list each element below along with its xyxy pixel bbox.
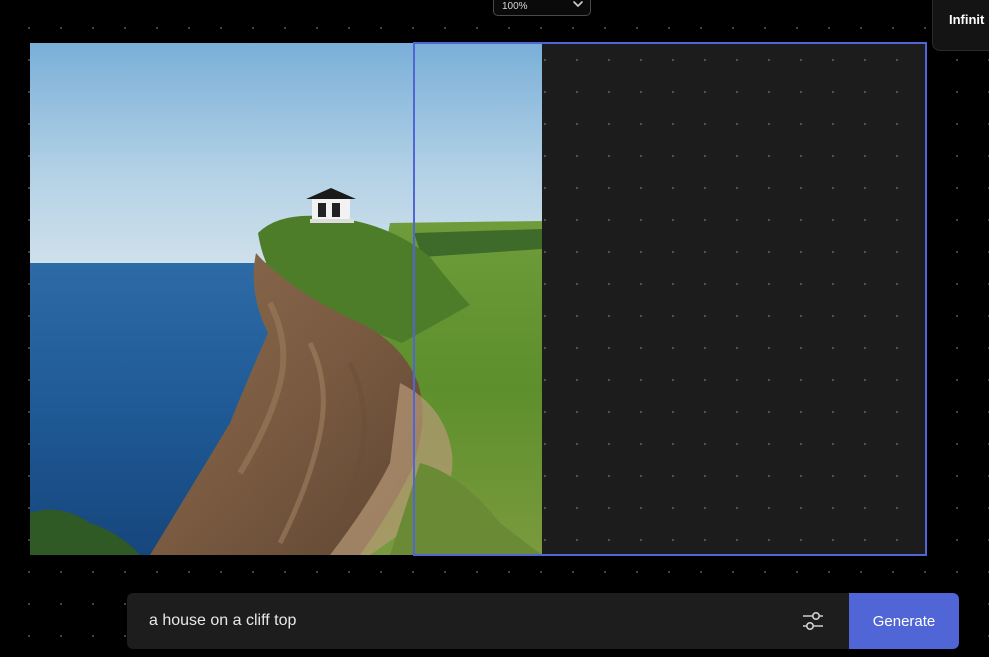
- selection-frame[interactable]: [413, 42, 927, 556]
- prompt-bar: Generate: [127, 593, 959, 649]
- zoom-dropdown[interactable]: 100%: [493, 0, 591, 16]
- brand-title: Infinit: [949, 12, 985, 27]
- generate-button[interactable]: Generate: [849, 593, 959, 649]
- zoom-value: 100%: [502, 1, 528, 12]
- chevron-down-icon: [573, 1, 583, 7]
- prompt-input[interactable]: [127, 593, 849, 649]
- sliders-icon: [803, 612, 823, 631]
- brand-card: Infinit: [932, 0, 989, 51]
- settings-button[interactable]: [797, 607, 829, 635]
